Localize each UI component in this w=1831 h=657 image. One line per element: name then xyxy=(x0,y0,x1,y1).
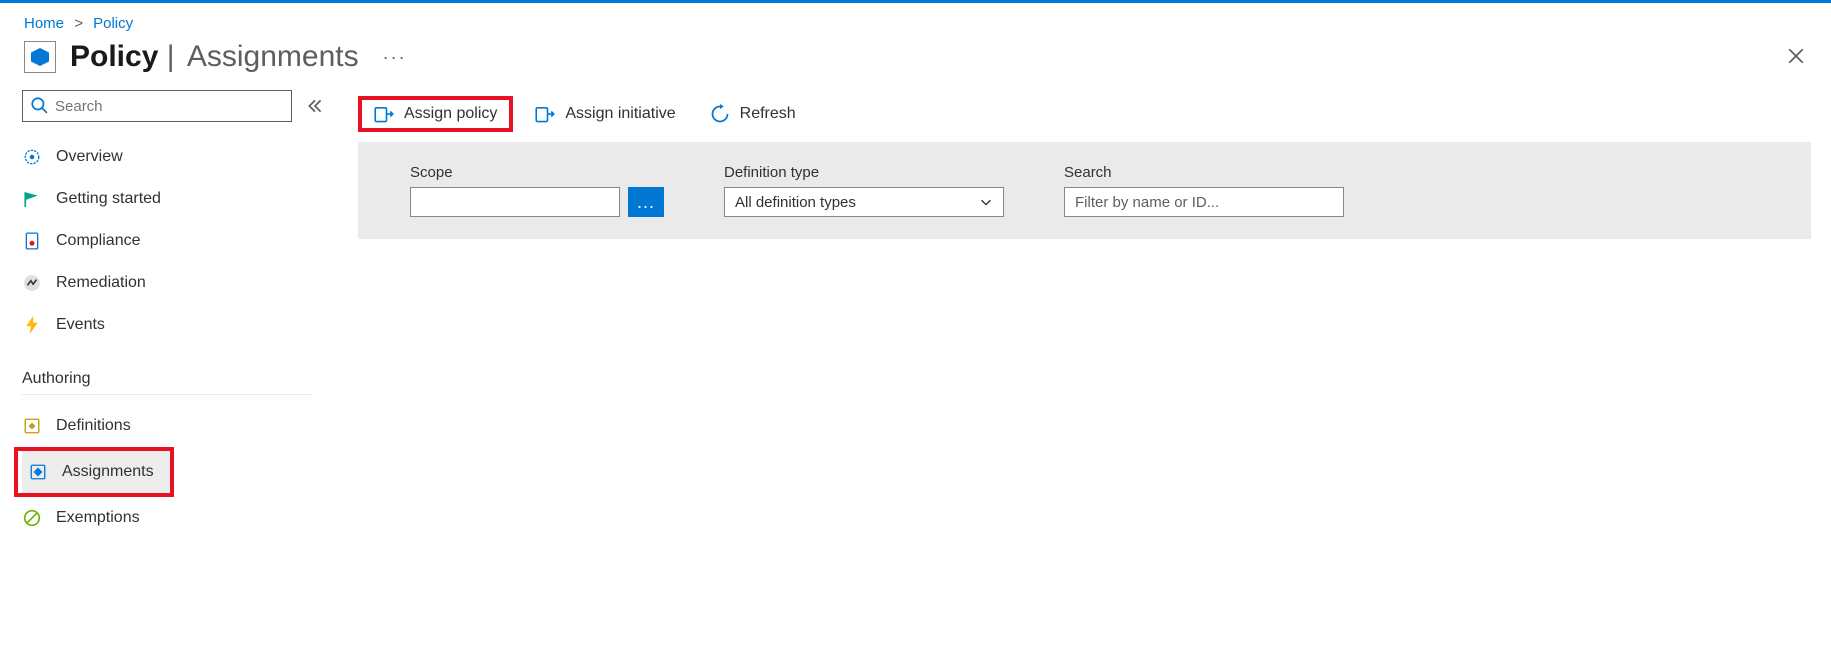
breadcrumb: Home > Policy xyxy=(0,3,1831,40)
filter-bar: Scope ... Definition type All definition… xyxy=(358,142,1811,239)
sidebar-item-label: Definitions xyxy=(56,417,131,435)
sidebar-section-authoring: Authoring xyxy=(22,370,336,388)
search-icon xyxy=(30,96,48,114)
sidebar-item-compliance[interactable]: Compliance xyxy=(22,220,336,262)
refresh-icon xyxy=(710,104,730,124)
exemptions-icon xyxy=(22,508,42,528)
filter-label-deftype: Definition type xyxy=(724,164,1004,181)
assign-icon xyxy=(374,104,394,124)
filter-label-scope: Scope xyxy=(410,164,664,181)
page-title: Policy | Assignments xyxy=(70,40,359,74)
assign-initiative-button[interactable]: Assign initiative xyxy=(523,96,687,132)
ellipsis-icon: ... xyxy=(637,192,655,213)
chevron-down-icon xyxy=(979,195,993,209)
breadcrumb-home[interactable]: Home xyxy=(24,15,64,32)
page-title-main: Policy xyxy=(70,40,158,73)
sidebar-item-label: Exemptions xyxy=(56,509,140,527)
filter-definition-type: Definition type All definition types xyxy=(724,164,1004,217)
toolbar: Assign policy Assign initiative Refresh xyxy=(358,90,1831,138)
sidebar-item-label: Overview xyxy=(56,148,123,166)
toolbar-label: Assign policy xyxy=(404,105,497,123)
refresh-button[interactable]: Refresh xyxy=(698,96,808,132)
sidebar-item-definitions[interactable]: Definitions xyxy=(22,405,336,447)
sidebar: Overview Getting started Compliance Reme… xyxy=(0,90,336,539)
toolbar-label: Assign initiative xyxy=(565,105,675,123)
flag-icon xyxy=(22,189,42,209)
highlight-assignments: Assignments xyxy=(14,447,174,497)
chevron-double-left-icon xyxy=(306,97,324,115)
toolbar-label: Refresh xyxy=(740,105,796,123)
sidebar-item-exemptions[interactable]: Exemptions xyxy=(22,497,336,539)
sidebar-item-getting-started[interactable]: Getting started xyxy=(22,178,336,220)
assign-icon xyxy=(535,104,555,124)
sidebar-item-events[interactable]: Events xyxy=(22,304,336,346)
close-icon xyxy=(1787,47,1805,65)
page-header: Policy | Assignments ··· xyxy=(0,40,1831,90)
assign-policy-button[interactable]: Assign policy xyxy=(358,96,513,132)
sidebar-item-label: Getting started xyxy=(56,190,161,208)
lightning-icon xyxy=(22,315,42,335)
sidebar-item-overview[interactable]: Overview xyxy=(22,136,336,178)
overview-icon xyxy=(22,147,42,167)
sidebar-item-assignments[interactable]: Assignments xyxy=(22,451,170,493)
scope-picker-button[interactable]: ... xyxy=(628,187,664,217)
assignments-icon xyxy=(28,462,48,482)
more-actions-button[interactable]: ··· xyxy=(383,47,407,68)
sidebar-search[interactable] xyxy=(22,90,292,122)
main-content: Assign policy Assign initiative Refresh … xyxy=(336,90,1831,539)
filter-search: Search xyxy=(1064,164,1344,217)
filter-scope: Scope ... xyxy=(410,164,664,217)
sidebar-item-label: Remediation xyxy=(56,274,146,292)
scope-input[interactable] xyxy=(410,187,620,217)
close-button[interactable] xyxy=(1787,47,1807,67)
remediation-icon xyxy=(22,273,42,293)
select-value: All definition types xyxy=(735,194,856,211)
breadcrumb-policy[interactable]: Policy xyxy=(93,15,133,32)
divider xyxy=(22,394,312,395)
sidebar-item-remediation[interactable]: Remediation xyxy=(22,262,336,304)
definitions-icon xyxy=(22,416,42,436)
sidebar-item-label: Events xyxy=(56,316,105,334)
page-title-sub: Assignments xyxy=(187,40,359,73)
policy-resource-icon xyxy=(24,41,56,73)
breadcrumb-separator-icon: > xyxy=(74,15,83,32)
sidebar-item-label: Compliance xyxy=(56,232,140,250)
definition-type-select[interactable]: All definition types xyxy=(724,187,1004,217)
sidebar-search-input[interactable] xyxy=(22,90,292,122)
filter-label-search: Search xyxy=(1064,164,1344,181)
sidebar-item-label: Assignments xyxy=(62,463,154,481)
collapse-sidebar-button[interactable] xyxy=(306,97,324,115)
filter-search-input[interactable] xyxy=(1064,187,1344,217)
compliance-icon xyxy=(22,231,42,251)
